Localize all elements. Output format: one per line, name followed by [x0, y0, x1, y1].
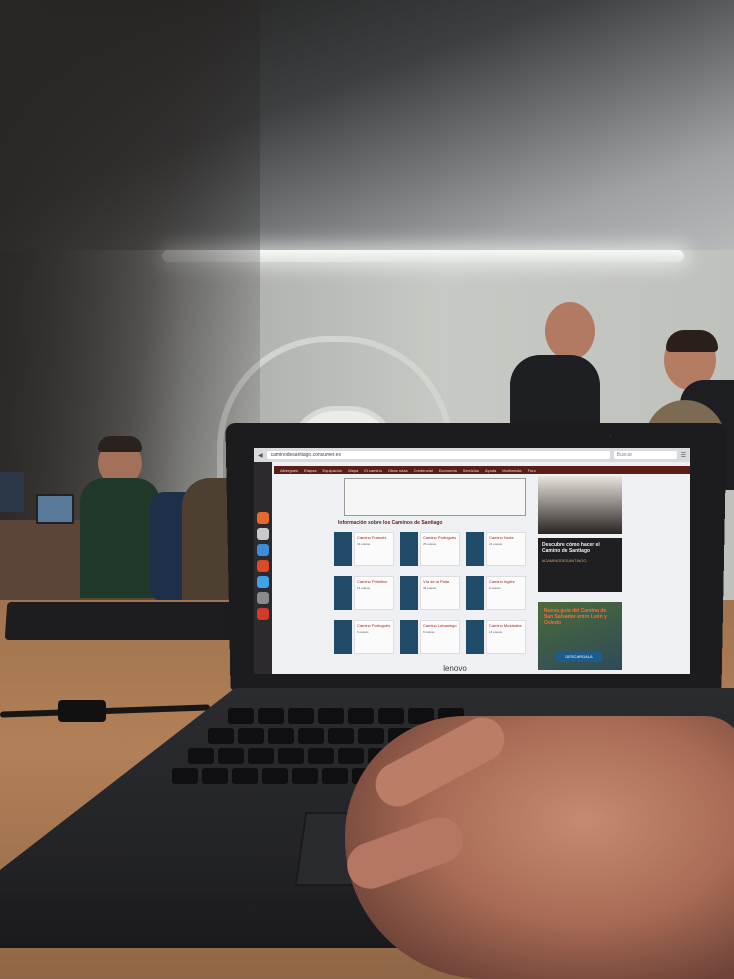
background-keyboard — [4, 602, 248, 640]
files-icon[interactable] — [257, 528, 269, 540]
guide-ad[interactable]: Nueva guía del Camino de San Salvador en… — [538, 602, 622, 670]
nav-item[interactable]: Albergues — [280, 468, 298, 473]
download-button[interactable]: DESCARGALA — [556, 652, 602, 662]
laptop-screen: ◀ caminodesantiago.consumer.es Buscar ☰ … — [254, 448, 690, 674]
pilgrim-photo — [538, 476, 622, 534]
nav-item[interactable]: Ayuda — [485, 468, 496, 473]
route-card[interactable]: Camino Portugués 9 etapas — [334, 620, 394, 654]
site-nav: Albergues Etapas Equipación Mapa El cami… — [274, 466, 690, 474]
menu-icon[interactable]: ☰ — [681, 452, 686, 459]
search-input[interactable]: Buscar — [613, 451, 677, 459]
nav-item[interactable]: Multimedia — [502, 468, 521, 473]
nav-item[interactable]: Mapa — [348, 468, 358, 473]
promo-text: Descubre cómo hacer el Camino de Santiag… — [542, 542, 600, 554]
route-card[interactable]: Camino Norte 34 etapas — [466, 532, 526, 566]
browser-toolbar: ◀ caminodesantiago.consumer.es Buscar ☰ — [254, 448, 690, 462]
nav-item[interactable]: Credencial — [414, 468, 433, 473]
background-monitor — [0, 472, 24, 512]
nav-item[interactable]: Otras rutas — [388, 468, 408, 473]
url-bar[interactable]: caminodesantiago.consumer.es — [266, 451, 610, 459]
ad-text: Nueva guía del Camino de San Salvador en… — [544, 608, 607, 626]
hero-box — [344, 478, 526, 516]
route-card[interactable]: Camino Francés 34 etapas — [334, 532, 394, 566]
route-card[interactable]: Camino Lebaniego 8 etapas — [400, 620, 460, 654]
photo-scene: ◀ caminodesantiago.consumer.es Buscar ☰ … — [0, 0, 734, 979]
route-grid: Camino Francés 34 etapas Camino Portugués… — [334, 532, 534, 662]
promo-hashtag[interactable]: #CAMINODESANTIAGO — [542, 558, 586, 563]
route-card[interactable]: Camino Primitivo 14 etapas — [334, 576, 394, 610]
office-icon[interactable] — [257, 544, 269, 556]
route-card[interactable]: Camino Portugués 25 etapas — [400, 532, 460, 566]
section-title: Información sobre los Caminos de Santiag… — [338, 520, 443, 526]
settings-icon[interactable] — [257, 592, 269, 604]
nav-item[interactable]: Servicios — [463, 468, 479, 473]
background-laptop — [36, 494, 74, 524]
software-icon[interactable] — [257, 560, 269, 572]
usb-plug — [58, 700, 106, 722]
nav-item[interactable]: Etapas — [304, 468, 316, 473]
laptop-brand: lenovo — [443, 664, 467, 673]
nav-item[interactable]: Foro — [528, 468, 536, 473]
back-icon[interactable]: ◀ — [258, 452, 263, 459]
google-plus-icon[interactable] — [257, 608, 269, 620]
promo-box[interactable]: Descubre cómo hacer el Camino de Santiag… — [538, 538, 622, 592]
browser-icon[interactable] — [257, 512, 269, 524]
nav-item[interactable]: Economía — [439, 468, 457, 473]
route-card[interactable]: Camino Inglés 6 etapas — [466, 576, 526, 610]
nav-item[interactable]: Equipación — [322, 468, 342, 473]
ubuntu-dock — [254, 462, 272, 674]
route-card[interactable]: Camino Mozárabe 14 etapas — [466, 620, 526, 654]
sidebar: Descubre cómo hacer el Camino de Santiag… — [538, 476, 622, 672]
route-card[interactable]: Vía de la Plata 38 etapas — [400, 576, 460, 610]
nav-item[interactable]: El camino — [364, 468, 382, 473]
twitter-icon[interactable] — [257, 576, 269, 588]
